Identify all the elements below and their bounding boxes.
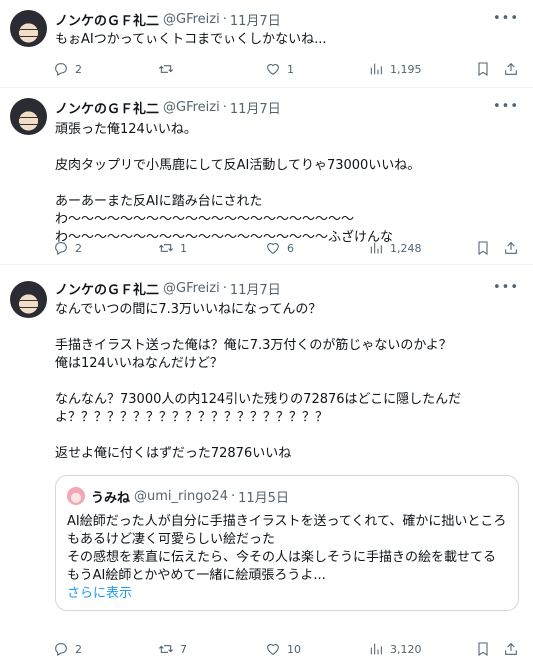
tweet-date[interactable]: 11月7日	[230, 10, 281, 29]
bookmark-icon	[478, 241, 488, 255]
bookmark-button[interactable]	[475, 59, 491, 79]
view-count: 3,120	[390, 642, 422, 656]
avatar[interactable]	[10, 98, 47, 135]
reply-count: 2	[75, 241, 82, 255]
views-button[interactable]: 1,195	[368, 59, 422, 79]
action-bar: 2 1 6 1,248	[53, 238, 523, 258]
like-count: 1	[287, 62, 294, 76]
like-button[interactable]: 6	[265, 238, 294, 258]
tweet[interactable]: ノンケのＧＦ礼二 @GFreizi · 11月7日 ••• もぉAIつかってぃく…	[0, 0, 533, 88]
reply-icon	[55, 242, 67, 255]
action-bar: 2 1 1,195	[53, 59, 523, 79]
retweet-icon	[158, 244, 174, 252]
reply-icon	[55, 63, 67, 76]
author-name[interactable]: ノンケのＧＦ礼二	[55, 279, 159, 298]
share-icon	[505, 241, 517, 254]
heart-icon	[267, 243, 279, 254]
retweet-icon	[158, 645, 174, 653]
separator-dot: ·	[222, 99, 227, 115]
quoted-tweet-text: AI絵師だった人が自分に手描きイラストを送ってくれて、確かに拙いところもあるけど…	[67, 514, 507, 583]
avatar[interactable]	[10, 10, 47, 47]
tweet-text: なんでいつの間に7.3万いいねになってんの？ 手描きイラスト送った俺は？俺に7.…	[55, 302, 462, 461]
timeline: ノンケのＧＦ礼二 @GFreizi · 11月7日 ••• もぉAIつかってぃく…	[0, 0, 533, 665]
view-count: 1,248	[390, 241, 422, 255]
retweet-icon	[158, 65, 174, 73]
reply-count: 2	[75, 62, 82, 76]
like-count: 10	[287, 642, 301, 656]
bookmark-icon	[478, 642, 488, 656]
show-more-link[interactable]: さらに表示	[67, 586, 132, 601]
tweet-header: ノンケのＧＦ礼二 @GFreizi · 11月7日	[55, 97, 281, 117]
tweet-date[interactable]: 11月7日	[230, 279, 281, 298]
tweet-text-container: 頑張った俺124いいね。 皮肉タップリで小馬鹿にして反AI活動してりゃ73000…	[55, 121, 521, 247]
bookmark-button[interactable]	[475, 238, 491, 258]
views-icon	[370, 643, 382, 655]
author-name[interactable]: ノンケのＧＦ礼二	[55, 10, 159, 29]
author-handle[interactable]: @GFreizi	[163, 281, 220, 296]
views-icon	[370, 63, 382, 75]
tweet-text: もぉAIつかってぃくトコまでぃくしかないね...	[55, 32, 327, 47]
retweet-count: 1	[180, 241, 187, 255]
reply-count: 2	[75, 642, 82, 656]
quoted-tweet-date: 11月5日	[238, 490, 289, 506]
share-icon	[505, 62, 517, 75]
retweet-count: 7	[180, 642, 187, 656]
separator-dot: ·	[222, 280, 227, 296]
tweet[interactable]: ノンケのＧＦ礼二 @GFreizi · 11月7日 ••• 頑張った俺124いい…	[0, 88, 533, 265]
views-button[interactable]: 3,120	[368, 639, 422, 659]
tweet-date[interactable]: 11月7日	[230, 98, 281, 117]
quoted-avatar	[67, 487, 85, 505]
separator-dot: ·	[222, 11, 227, 27]
tweet-text-container: なんでいつの間に7.3万いいねになってんの？ 手描きイラスト送った俺は？俺に7.…	[55, 301, 521, 463]
reply-button[interactable]: 2	[53, 59, 82, 79]
more-options-icon[interactable]: •••	[493, 11, 519, 26]
retweet-button[interactable]	[158, 59, 180, 79]
heart-icon	[267, 644, 279, 655]
views-icon	[370, 242, 382, 254]
like-count: 6	[287, 241, 294, 255]
reply-button[interactable]: 2	[53, 639, 82, 659]
view-count: 1,195	[390, 62, 422, 76]
more-options-icon[interactable]: •••	[493, 99, 519, 114]
like-button[interactable]: 10	[265, 639, 301, 659]
quoted-tweet[interactable]: うみね @umi_ringo24 · 11月5日 AI絵師だった人が自分に手描き…	[55, 475, 519, 611]
quoted-author-handle: @umi_ringo24	[134, 488, 228, 504]
tweet-text-container: もぉAIつかってぃくトコまでぃくしかないね...	[55, 31, 521, 49]
share-icon	[505, 642, 517, 655]
more-options-icon[interactable]: •••	[493, 280, 519, 295]
share-button[interactable]	[503, 59, 519, 79]
separator-dot: ·	[230, 488, 236, 504]
retweet-button[interactable]: 7	[158, 639, 187, 659]
share-button[interactable]	[503, 639, 519, 659]
heart-icon	[267, 64, 279, 75]
bookmark-icon	[478, 62, 488, 76]
share-button[interactable]	[503, 238, 519, 258]
author-handle[interactable]: @GFreizi	[163, 12, 220, 27]
tweet[interactable]: ノンケのＧＦ礼二 @GFreizi · 11月7日 ••• なんでいつの間に7.…	[0, 265, 533, 665]
tweet-header: ノンケのＧＦ礼二 @GFreizi · 11月7日	[55, 278, 281, 298]
author-handle[interactable]: @GFreizi	[163, 100, 220, 115]
tweet-text: 頑張った俺124いいね。 皮肉タップリで小馬鹿にして反AI活動してりゃ73000…	[55, 122, 421, 245]
quoted-tweet-body: AI絵師だった人が自分に手描きイラストを送ってくれて、確かに拙いところもあるけど…	[67, 513, 507, 603]
quoted-author-name: うみね	[91, 490, 131, 506]
views-button[interactable]: 1,248	[368, 238, 422, 258]
reply-button[interactable]: 2	[53, 238, 82, 258]
quoted-tweet-header: うみね @umi_ringo24 · 11月5日	[67, 487, 289, 506]
tweet-header: ノンケのＧＦ礼二 @GFreizi · 11月7日	[55, 9, 281, 29]
retweet-button[interactable]: 1	[158, 238, 187, 258]
action-bar: 2 7 10 3,120	[53, 639, 523, 659]
bookmark-button[interactable]	[475, 639, 491, 659]
like-button[interactable]: 1	[265, 59, 294, 79]
author-name[interactable]: ノンケのＧＦ礼二	[55, 98, 159, 117]
avatar[interactable]	[10, 281, 47, 318]
reply-icon	[55, 643, 67, 656]
